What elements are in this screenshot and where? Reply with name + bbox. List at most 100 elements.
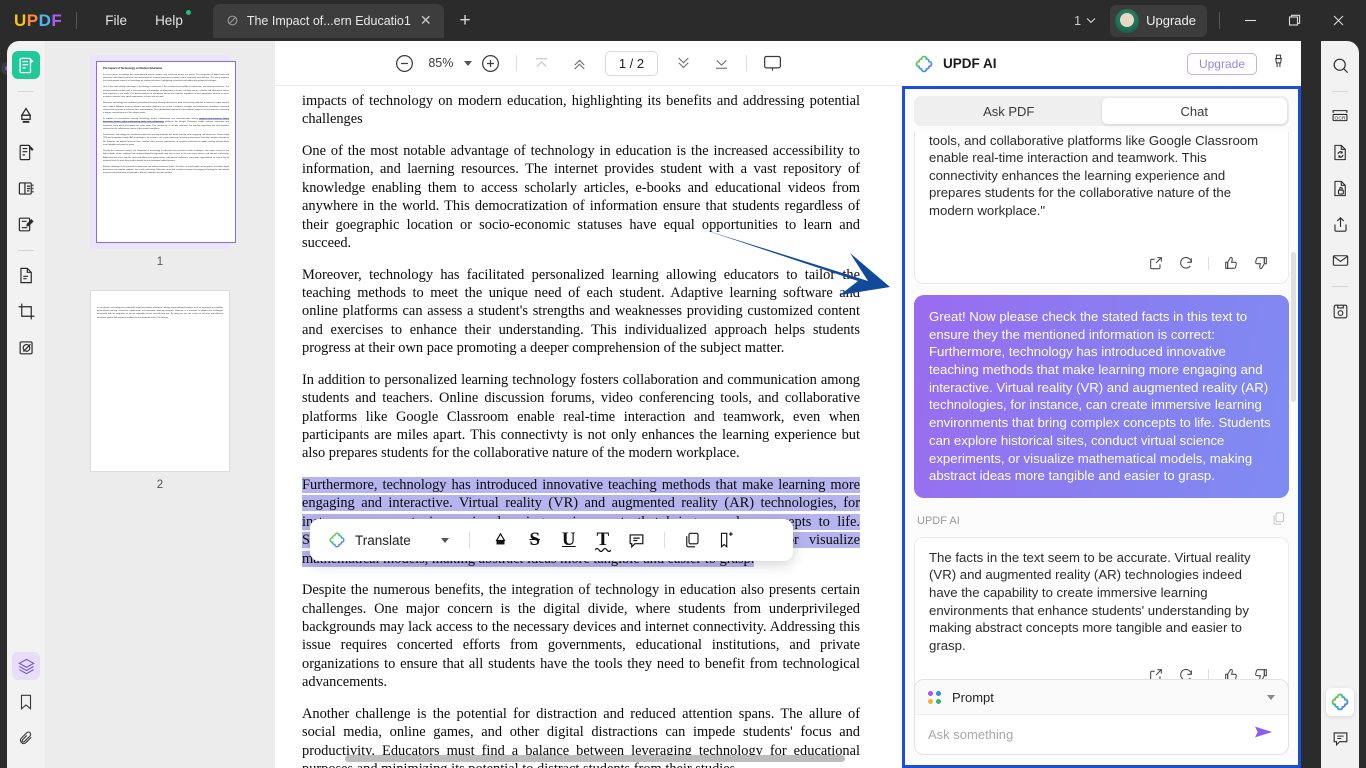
protect-icon — [1331, 179, 1350, 198]
clear-chat-button[interactable] — [1270, 53, 1287, 75]
logo-letter-u: U — [14, 11, 27, 31]
upgrade-button[interactable]: Upgrade — [1110, 5, 1207, 37]
zoom-dropdown-caret[interactable] — [464, 61, 472, 66]
page-indicator[interactable]: 1 / 2 — [605, 51, 658, 76]
zoom-level[interactable]: 85% — [424, 56, 458, 70]
document-tab[interactable]: The Impact of...ern Educatio1 ✕ — [213, 4, 444, 38]
document-tab-title: The Impact of...ern Educatio1 — [247, 14, 411, 28]
maximize-button[interactable] — [1272, 0, 1316, 41]
thumbnail-page-2[interactable]: In conclusion, technology has profoundly… — [90, 290, 230, 491]
prompt-label: Prompt — [952, 690, 994, 705]
thumbs-up-button[interactable] — [1218, 251, 1244, 275]
translate-dropdown-caret[interactable] — [441, 538, 449, 543]
selection-toolbar-divider-1 — [469, 532, 470, 548]
toolbar-divider-1 — [516, 55, 517, 71]
page-thumbnail-panel[interactable]: The Impact of Technology on Modern Educa… — [45, 41, 275, 768]
close-tab-icon[interactable]: ✕ — [418, 12, 434, 29]
add-comment-tool-button[interactable] — [620, 525, 654, 555]
sidebar-item-fill-sign[interactable] — [12, 210, 40, 238]
first-page-icon — [532, 54, 551, 73]
underline-tool-button[interactable]: U — [552, 525, 586, 555]
document-horizontal-scrollbar[interactable] — [345, 755, 845, 762]
first-page-button[interactable] — [527, 48, 557, 78]
ai-message-text: The facts in the text seem to be accurat… — [929, 549, 1274, 654]
sidebar-item-crop[interactable] — [12, 297, 40, 325]
sidebar-item-convert[interactable] — [12, 261, 40, 289]
protect-button[interactable] — [1326, 174, 1354, 202]
add-bookmark-tool-button[interactable] — [709, 525, 743, 555]
zoom-out-button[interactable] — [390, 48, 420, 78]
prompt-selector[interactable]: Prompt — [915, 680, 1288, 715]
thumbnail-text: In conclusion, technology has profoundly… — [97, 307, 223, 320]
sidebar-item-protect[interactable] — [12, 333, 40, 361]
thumbs-down-button[interactable] — [1248, 251, 1274, 275]
thumbnail-text: One of the most notable advantage of tec… — [103, 86, 229, 99]
convert-icon — [1331, 143, 1350, 162]
action-divider — [1208, 257, 1209, 270]
thumbnail-text: In addition to personalized learning tec… — [103, 118, 229, 131]
bookmark-icon — [17, 693, 35, 711]
prev-page-icon — [570, 54, 589, 73]
sidebar-item-layers[interactable] — [12, 652, 40, 680]
prompt-icon — [928, 691, 941, 704]
strikethrough-tool-button[interactable]: S — [518, 525, 552, 555]
copy-tool-button[interactable] — [675, 525, 709, 555]
thumbnail-image: The Impact of Technology on Modern Educa… — [96, 61, 236, 243]
highlight-tool-button[interactable] — [484, 525, 518, 555]
document-viewer[interactable]: impacts of technology on modern educatio… — [275, 86, 902, 768]
tab-chat[interactable]: Chat — [1102, 98, 1288, 124]
translate-button[interactable]: Translate — [320, 531, 417, 549]
new-tab-button[interactable]: + — [460, 10, 471, 32]
squiggly-underline-tool-button[interactable]: T — [586, 525, 620, 555]
last-page-button[interactable] — [706, 48, 736, 78]
ai-panel-header: UPDF AI Upgrade — [902, 41, 1301, 86]
minimize-button[interactable] — [1228, 0, 1272, 41]
ask-input[interactable] — [928, 727, 1253, 742]
ai-message-actions — [929, 251, 1274, 277]
left-tool-rail — [0, 41, 45, 768]
ai-chat-area[interactable]: teachers. Online discussion forums, vide… — [905, 132, 1298, 712]
next-page-button[interactable] — [668, 48, 698, 78]
convert-button[interactable] — [1326, 138, 1354, 166]
ocr-button[interactable]: OCR — [1326, 102, 1354, 130]
ai-message-assistant: The facts in the text seem to be accurat… — [914, 537, 1289, 696]
organize-pages-icon — [17, 179, 36, 198]
sidebar-item-edit-pdf[interactable] — [12, 138, 40, 166]
logo-letter-f: F — [51, 11, 62, 31]
zoom-in-button[interactable] — [476, 48, 506, 78]
updf-ai-button[interactable] — [1326, 688, 1354, 716]
copy-message-button[interactable] — [1271, 511, 1286, 531]
thumbnail-page-1[interactable]: The Impact of Technology on Modern Educa… — [90, 55, 230, 268]
presentation-mode-button[interactable] — [757, 48, 787, 78]
menu-help[interactable]: Help — [141, 7, 197, 34]
email-button[interactable] — [1326, 246, 1354, 274]
ai-chat-scrollbar[interactable] — [1291, 252, 1296, 402]
close-window-button[interactable] — [1316, 0, 1360, 41]
menu-file[interactable]: File — [91, 7, 141, 34]
chevron-down-icon[interactable] — [1267, 695, 1275, 700]
search-button[interactable] — [1326, 51, 1354, 79]
reader-icon — [17, 56, 36, 75]
help-badge-dot — [186, 10, 191, 15]
tab-ask-pdf[interactable]: Ask PDF — [916, 98, 1102, 124]
sidebar-item-attachment[interactable] — [12, 724, 40, 752]
sidebar-item-bookmark[interactable] — [12, 688, 40, 716]
account-selector[interactable]: 1 — [1066, 9, 1104, 33]
doc-paragraph: Despite the numerous benefits, the integ… — [302, 581, 860, 692]
sidebar-item-reader[interactable] — [12, 51, 40, 79]
ai-upgrade-button[interactable]: Upgrade — [1187, 53, 1257, 75]
updf-ai-icon — [914, 54, 934, 74]
export-message-button[interactable] — [1143, 251, 1169, 275]
sidebar-item-organize[interactable] — [12, 174, 40, 202]
zoom-out-icon — [394, 53, 415, 74]
thumbnail-text: Furthermore, technology has introduced i… — [103, 134, 229, 147]
share-button[interactable] — [1326, 210, 1354, 238]
sidebar-item-comment[interactable] — [12, 102, 40, 130]
comment-button[interactable] — [1326, 724, 1354, 752]
ai-message-user: Great! Now please check the stated facts… — [914, 295, 1289, 498]
send-button[interactable] — [1253, 723, 1275, 746]
titlebar-divider — [76, 12, 77, 29]
save-button[interactable] — [1326, 297, 1354, 325]
prev-page-button[interactable] — [565, 48, 595, 78]
regenerate-message-button[interactable] — [1173, 251, 1199, 275]
